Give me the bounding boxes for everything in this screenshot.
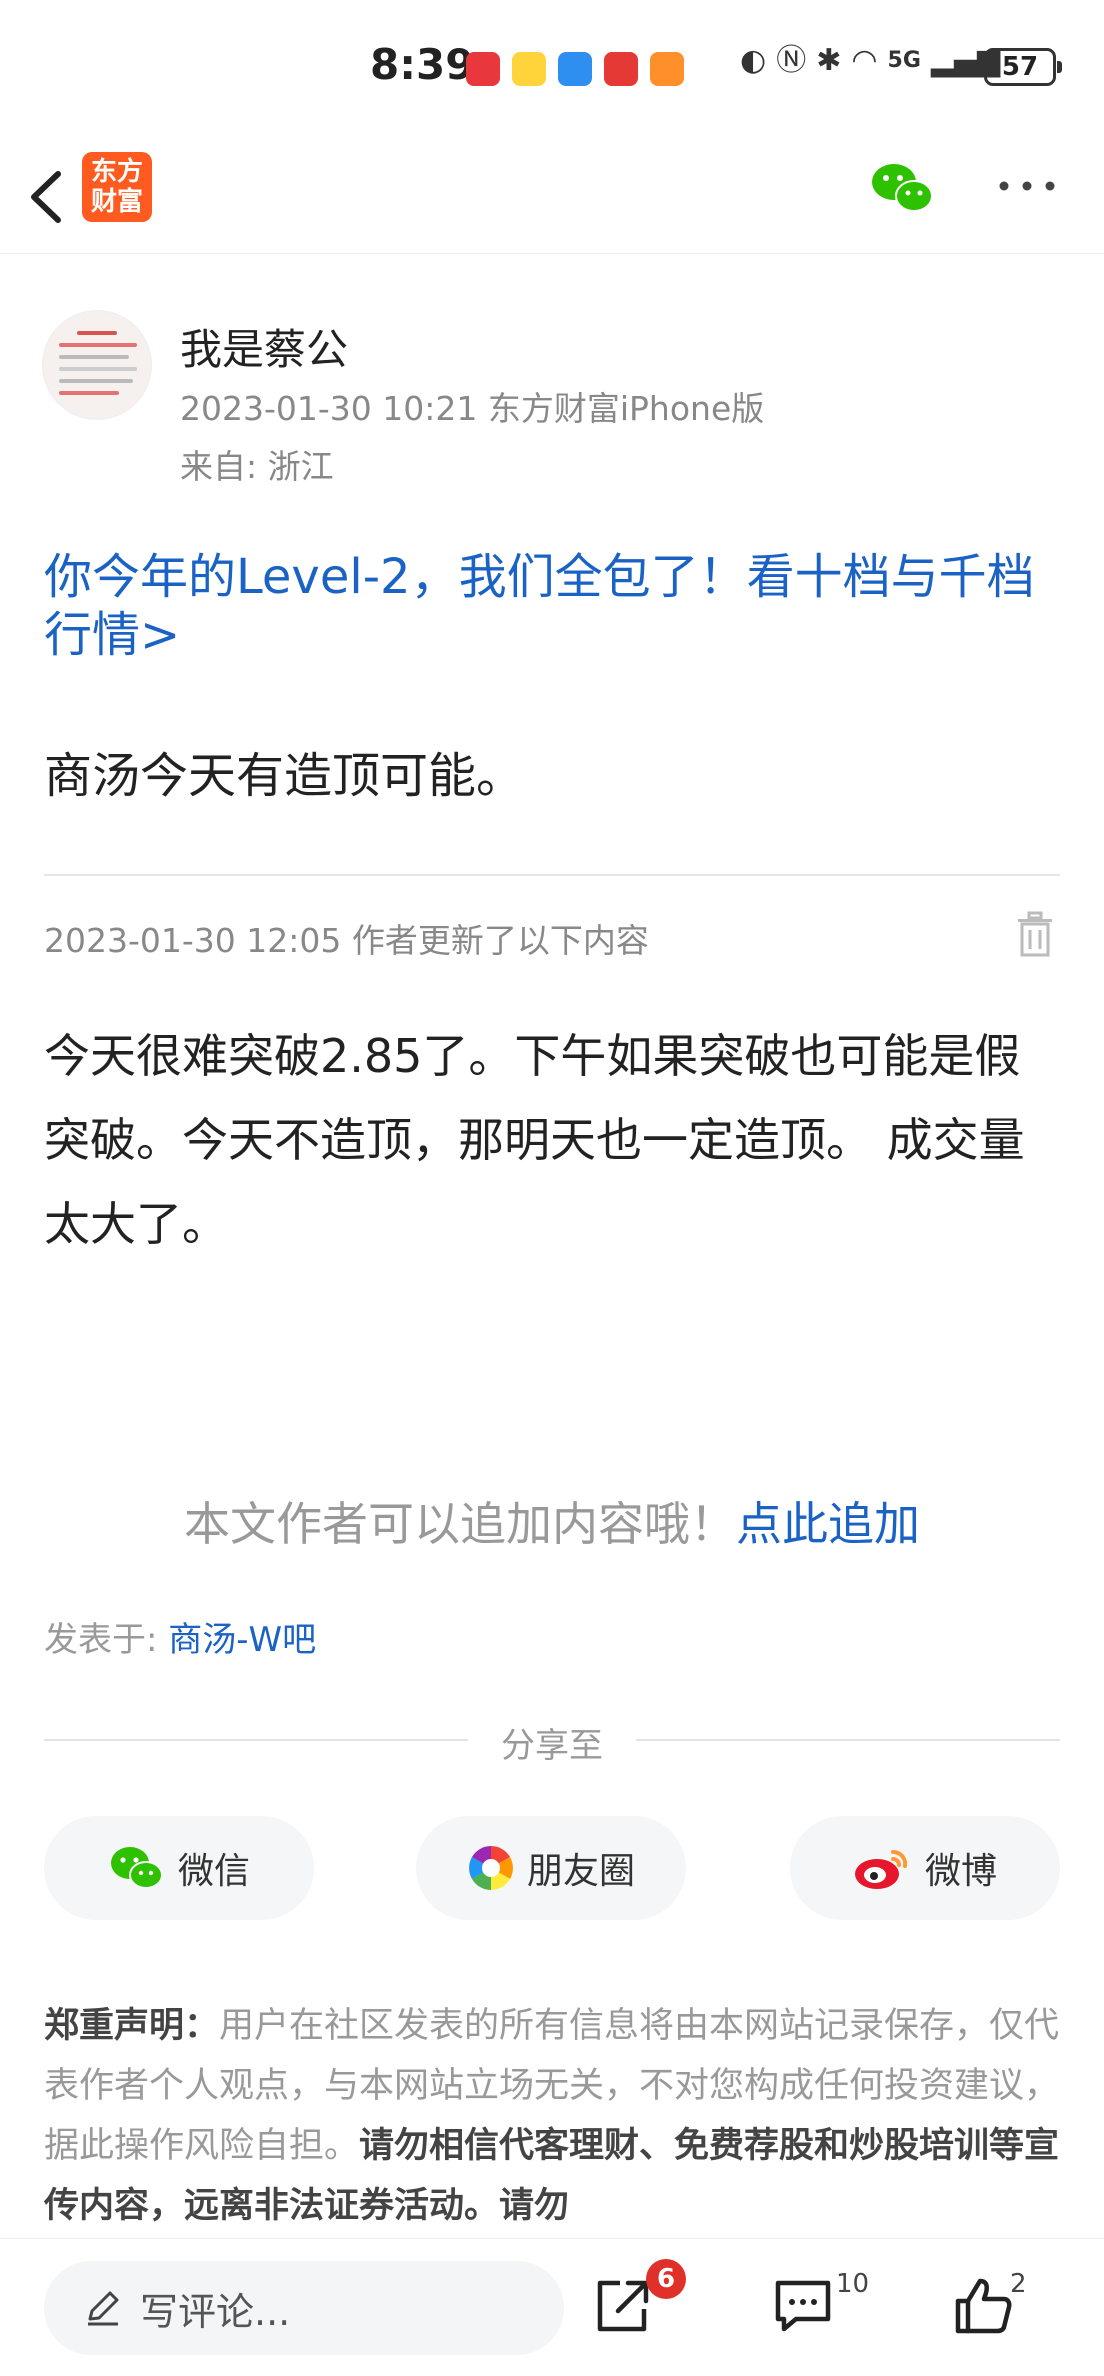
avatar-detail [77, 331, 117, 335]
battery-icon: 57 [984, 48, 1062, 86]
level2-promo-link[interactable]: 你今年的Level-2，我们全包了！看十档与千档行情> [44, 548, 1064, 664]
disclaimer: 郑重声明：用户在社区发表的所有信息将由本网站记录保存，仅代表作者个人观点，与本网… [44, 1996, 1060, 2236]
comment-icon[interactable] [772, 2275, 834, 2337]
avatar-detail [59, 355, 129, 359]
message-app-icon [558, 52, 592, 86]
eastmoney-logo: 东方 财富 [82, 152, 152, 222]
append-link[interactable]: 点此追加 [736, 1497, 920, 1551]
post-meta: 2023-01-30 10:21 东方财富iPhone版 [180, 389, 765, 428]
update-body: 今天很难突破2.85了。下午如果突破也可能是假突破。今天不造顶，那明天也一定造顶… [44, 1029, 1025, 1251]
moments-icon [469, 1846, 513, 1890]
hd-icon: ◐ [740, 43, 767, 78]
wifi-icon: ◠ [851, 43, 878, 78]
huawei-app-icon [466, 52, 500, 86]
bluetooth-icon: ✱ [816, 43, 842, 78]
system-icons: ◐ Ⓝ ✱ ◠ 5G ▂▄▆ [740, 46, 1000, 76]
author-name[interactable]: 我是蔡公 [180, 316, 348, 377]
wechat-icon [110, 1847, 163, 1889]
like-count: 2 [1010, 2269, 1027, 2299]
share-wechat-label: 微信 [177, 1851, 250, 1892]
weibo-app-icon [512, 52, 546, 86]
logo-line-2: 财富 [90, 187, 143, 217]
share-weibo-label: 微博 [924, 1851, 997, 1892]
disclaimer-colon: ： [184, 2006, 220, 2046]
nfc-icon: Ⓝ [776, 43, 807, 78]
back-icon[interactable] [20, 162, 80, 232]
pencil-icon [88, 2291, 119, 2326]
avatar-detail [59, 379, 133, 383]
comment-count: 10 [836, 2269, 870, 2299]
bottom-bar: 写评论... 6 10 2 [0, 2238, 1104, 2376]
author-avatar[interactable] [42, 310, 152, 420]
share-icon[interactable] [592, 2275, 654, 2337]
orange-app-icon [650, 52, 684, 86]
weibo-icon [854, 1849, 908, 1889]
comment-input[interactable]: 写评论... [44, 2261, 564, 2355]
disclaimer-title: 郑重声明 [44, 2006, 185, 2046]
post-location: 来自: 浙江 [180, 447, 334, 486]
status-bar: 8:39 ◐ Ⓝ ✱ ◠ 5G ▂▄▆ 57 [0, 0, 1104, 140]
append-content-row: 本文作者可以追加内容哦！点此追加 [0, 1488, 1104, 1554]
avatar-detail [59, 367, 137, 371]
share-count-badge: 6 [646, 2259, 686, 2299]
logo-line-1: 东方 [90, 157, 143, 187]
share-wechat-button[interactable]: 微信 [44, 1816, 314, 1920]
avatar-detail [59, 391, 119, 395]
more-icon[interactable] [992, 166, 1062, 206]
trash-icon[interactable] [1014, 910, 1056, 958]
share-title: 分享至 [501, 1726, 603, 1766]
like-icon[interactable] [952, 2275, 1014, 2337]
wechat-share-icon[interactable] [868, 158, 938, 218]
append-hint: 本文作者可以追加内容哦！ [184, 1497, 736, 1551]
stock-bar-link[interactable]: 商汤-W吧 [168, 1620, 316, 1660]
divider [44, 874, 1060, 876]
red-app-icon [604, 52, 638, 86]
posted-in: 发表于: 商汤-W吧 [44, 1612, 316, 1661]
status-time: 8:39 [370, 40, 475, 89]
comment-placeholder: 写评论... [140, 2289, 291, 2334]
share-moments-label: 朋友圈 [526, 1851, 635, 1892]
post-body: 商汤今天有造顶可能。 [44, 748, 525, 804]
share-moments-button[interactable]: 朋友圈 [416, 1816, 686, 1920]
posted-in-label: 发表于: [44, 1620, 169, 1660]
signal-icon: 5G [887, 48, 921, 73]
notification-icons [466, 52, 684, 86]
update-meta: 2023-01-30 12:05 作者更新了以下内容 [44, 921, 649, 960]
share-weibo-button[interactable]: 微博 [790, 1816, 1060, 1920]
share-title-row: 分享至 [44, 1714, 1060, 1766]
top-nav-bar: 东方 财富 [0, 140, 1104, 254]
avatar-detail [59, 343, 137, 347]
